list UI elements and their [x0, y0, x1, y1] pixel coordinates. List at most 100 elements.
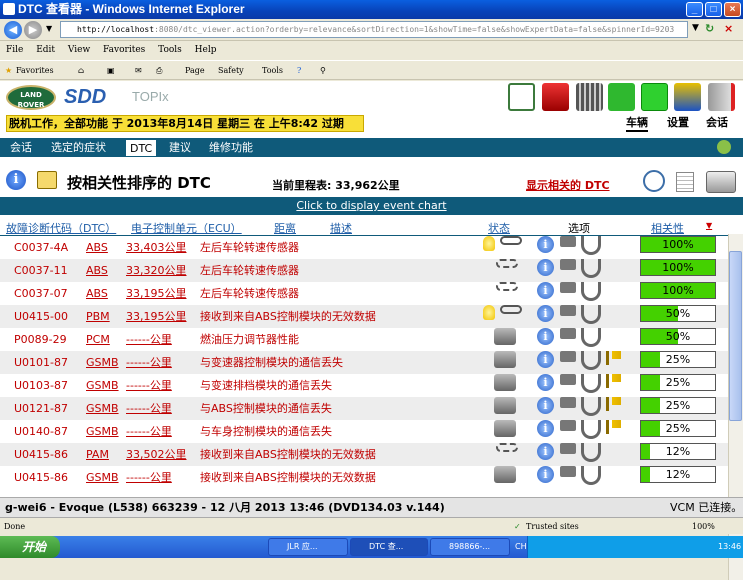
maximize-button[interactable]: □ [705, 2, 722, 17]
address-input[interactable]: http://localhost:8080/dtc_viewer.action?… [60, 21, 688, 38]
print-icon[interactable]: ⎙ [156, 61, 162, 80]
dtc-distance[interactable]: 33,195公里 [126, 305, 187, 328]
dtc-code[interactable]: C0037-07 [14, 282, 68, 305]
camera-icon[interactable] [560, 397, 576, 408]
exit-icon[interactable] [708, 83, 735, 111]
camera-icon[interactable] [560, 443, 576, 454]
tab-repair-functions[interactable]: 维修功能 [205, 139, 257, 156]
session-status-icon[interactable] [641, 83, 668, 111]
tab-settings[interactable]: 设置 [667, 115, 689, 130]
table-row[interactable]: U0103-87 GSMB ------公里 与变速排档模块的通信丢失 i 25% [0, 374, 728, 397]
col-description[interactable]: 描述 [330, 220, 352, 236]
stop-icon[interactable]: × [724, 22, 733, 35]
dtc-distance[interactable]: 33,195公里 [126, 282, 187, 305]
flag-icon[interactable] [606, 374, 621, 388]
dtc-ecu[interactable]: GSMB [86, 466, 119, 489]
flag-icon[interactable] [606, 420, 621, 434]
tab-session[interactable]: 会话 [706, 115, 728, 130]
dtc-distance[interactable]: ------公里 [126, 328, 172, 351]
scrollbar-thumb[interactable] [729, 251, 742, 421]
show-related-dtc-link[interactable]: 显示相关的 DTC [526, 177, 610, 193]
dtc-code[interactable]: U0121-87 [14, 397, 68, 420]
favorites-star-icon[interactable]: ★ [5, 61, 12, 80]
menu-view[interactable]: View [68, 45, 90, 55]
address-dropdown-icon[interactable]: ▼ [692, 23, 699, 33]
stethoscope-icon[interactable] [581, 328, 601, 347]
tab-symptoms[interactable]: 选定的症状 [47, 139, 110, 156]
table-row[interactable]: C0037-4A ABS 33,403公里 左后车轮转速传感器 i 100% [0, 236, 728, 259]
table-row[interactable]: C0037-11 ABS 33,320公里 左后车轮转速传感器 i 100% [0, 259, 728, 282]
dtc-ecu[interactable]: GSMB [86, 351, 119, 374]
dtc-code[interactable]: C0037-4A [14, 236, 68, 259]
dtc-info-icon[interactable]: i [537, 420, 554, 437]
network-alert-icon[interactable] [674, 83, 701, 111]
dtc-ecu[interactable]: GSMB [86, 397, 119, 420]
topix-link[interactable]: TOPIx [132, 89, 169, 104]
tab-recommendations[interactable]: 建议 [165, 139, 195, 156]
feeds-icon[interactable]: ▣ [107, 61, 115, 80]
dtc-info-icon[interactable]: i [537, 374, 554, 391]
table-row[interactable]: C0037-07 ABS 33,195公里 左后车轮转速传感器 i 100% [0, 282, 728, 305]
clock-icon[interactable] [643, 170, 665, 192]
dtc-code[interactable]: C0037-11 [14, 259, 68, 282]
back-arrow-icon[interactable]: ◀ [4, 21, 22, 39]
task-jlr[interactable]: JLR 应... [268, 538, 348, 556]
stethoscope-icon[interactable] [581, 259, 601, 278]
stethoscope-icon[interactable] [581, 305, 601, 324]
camera-icon[interactable] [560, 236, 576, 247]
dtc-info-icon[interactable]: i [537, 282, 554, 299]
forward-arrow-icon[interactable]: ▶ [24, 21, 42, 39]
vci-connection-icon[interactable] [508, 83, 535, 111]
refresh-tab-icon[interactable] [717, 140, 731, 154]
close-button[interactable]: × [724, 2, 741, 17]
table-row[interactable]: P0089-29 PCM ------公里 燃油压力调节器性能 i 50% [0, 328, 728, 351]
menu-help[interactable]: Help [195, 45, 217, 55]
zoom-level[interactable]: 100% [692, 518, 715, 535]
col-status[interactable]: 状态 [488, 220, 510, 236]
dtc-code[interactable]: U0140-87 [14, 420, 68, 443]
dtc-code[interactable]: U0415-00 [14, 305, 68, 328]
camera-icon[interactable] [560, 351, 576, 362]
dtc-info-icon[interactable]: i [537, 236, 554, 253]
col-ecu[interactable]: 电子控制单元（ECU） [131, 220, 242, 236]
dtc-distance[interactable]: ------公里 [126, 466, 172, 489]
dtc-code[interactable]: U0415-86 [14, 466, 68, 489]
camera-icon[interactable] [560, 328, 576, 339]
dtc-distance[interactable]: ------公里 [126, 351, 172, 374]
tab-vehicle[interactable]: 车辆 [626, 115, 648, 132]
dtc-distance[interactable]: ------公里 [126, 374, 172, 397]
camera-icon[interactable] [560, 259, 576, 270]
menu-file[interactable]: File [6, 45, 23, 55]
dtc-info-icon[interactable]: i [537, 259, 554, 276]
flag-icon[interactable] [606, 397, 621, 411]
recording-icon[interactable] [542, 83, 569, 111]
stethoscope-icon[interactable] [581, 282, 601, 301]
tab-session-main[interactable]: 会话 [6, 139, 36, 156]
flag-icon[interactable] [606, 351, 621, 365]
dtc-info-icon[interactable]: i [537, 351, 554, 368]
page-menu[interactable]: Page [185, 61, 205, 80]
stethoscope-icon[interactable] [581, 374, 601, 393]
table-row[interactable]: U0101-87 GSMB ------公里 与变速器控制模块的通信丢失 i 25% [0, 351, 728, 374]
stethoscope-icon[interactable] [581, 236, 601, 255]
dtc-ecu[interactable]: ABS [86, 236, 108, 259]
dtc-ecu[interactable]: PBM [86, 305, 110, 328]
dtc-ecu[interactable]: PAM [86, 443, 109, 466]
dtc-info-icon[interactable]: i [537, 443, 554, 460]
mail-icon[interactable]: ✉ [135, 61, 142, 80]
dtc-distance[interactable]: ------公里 [126, 420, 172, 443]
tools-menu[interactable]: Tools [262, 61, 283, 80]
col-distance[interactable]: 距离 [274, 220, 296, 236]
camera-icon[interactable] [560, 282, 576, 293]
dtc-info-icon[interactable]: i [537, 466, 554, 483]
dtc-code[interactable]: U0415-86 [14, 443, 68, 466]
refresh-icon[interactable]: ↻ [705, 22, 720, 37]
dtc-ecu[interactable]: GSMB [86, 374, 119, 397]
dtc-ecu[interactable]: GSMB [86, 420, 119, 443]
table-row[interactable]: U0121-87 GSMB ------公里 与ABS控制模块的通信丢失 i 25% [0, 397, 728, 420]
dtc-info-icon[interactable]: i [537, 397, 554, 414]
dtc-ecu[interactable]: PCM [86, 328, 110, 351]
favorites-button[interactable]: Favorites [16, 61, 54, 80]
tab-dtc[interactable]: DTC [125, 139, 158, 156]
menu-tools[interactable]: Tools [158, 45, 182, 55]
